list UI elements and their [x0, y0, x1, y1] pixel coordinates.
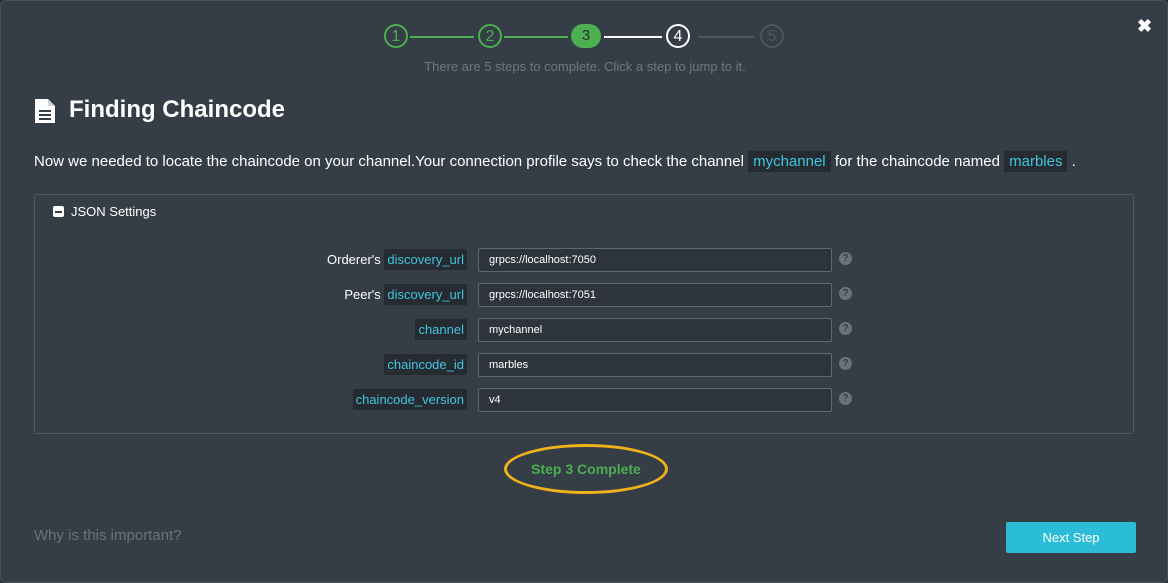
- collapse-icon: [53, 206, 64, 217]
- step-2[interactable]: 2: [478, 24, 502, 48]
- step-connector: [410, 36, 474, 38]
- step-5[interactable]: 5: [760, 24, 784, 48]
- setting-label: Orderer's discovery_url: [327, 249, 467, 270]
- channel-code: mychannel: [748, 151, 831, 172]
- step-complete-status: Step 3 Complete: [504, 444, 668, 494]
- setting-row: channel ?: [35, 318, 1135, 344]
- steps-hint: There are 5 steps to complete. Click a s…: [424, 59, 746, 74]
- page-title: Finding Chaincode: [69, 96, 285, 123]
- step-3[interactable]: 3: [571, 24, 601, 48]
- label-key: chaincode_version: [352, 389, 467, 410]
- label-prefix: Orderer's: [327, 252, 381, 267]
- setting-label: Peer's discovery_url: [344, 284, 467, 305]
- setting-label: channel: [415, 319, 467, 340]
- help-icon[interactable]: ?: [839, 392, 852, 405]
- help-icon[interactable]: ?: [839, 322, 852, 335]
- setting-row: Orderer's discovery_url ?: [35, 248, 1135, 274]
- peer-discovery-url-input[interactable]: [478, 283, 832, 307]
- step-connector: [604, 36, 662, 38]
- document-icon: [35, 99, 55, 123]
- chaincode-code: marbles: [1004, 151, 1068, 172]
- step-4[interactable]: 4: [666, 24, 690, 48]
- setting-label: chaincode_version: [352, 389, 467, 410]
- help-icon[interactable]: ?: [839, 357, 852, 370]
- setting-label: chaincode_id: [384, 354, 467, 375]
- json-settings-toggle[interactable]: JSON Settings: [53, 204, 156, 219]
- step-1[interactable]: 1: [384, 24, 408, 48]
- step-connector: [504, 36, 568, 38]
- chaincode-version-input[interactable]: [478, 388, 832, 412]
- setting-row: chaincode_id ?: [35, 353, 1135, 379]
- setup-wizard-modal: ✖ 1 2 3 4 5 There are 5 steps to complet…: [0, 0, 1168, 583]
- orderer-discovery-url-input[interactable]: [478, 248, 832, 272]
- help-icon[interactable]: ?: [839, 287, 852, 300]
- label-key: discovery_url: [384, 249, 467, 270]
- help-icon[interactable]: ?: [839, 252, 852, 265]
- intro-part2: for the chaincode named: [834, 153, 1000, 170]
- label-key: chaincode_id: [384, 354, 467, 375]
- label-key: discovery_url: [384, 284, 467, 305]
- intro-part3: .: [1071, 153, 1076, 170]
- chaincode-id-input[interactable]: [478, 353, 832, 377]
- setting-row: Peer's discovery_url ?: [35, 283, 1135, 309]
- intro-text: Now we needed to locate the chaincode on…: [34, 151, 1076, 173]
- channel-input[interactable]: [478, 318, 832, 342]
- step-connector: [698, 36, 754, 38]
- label-key: channel: [415, 319, 467, 340]
- next-step-button[interactable]: Next Step: [1006, 522, 1136, 553]
- stepper: 1 2 3 4 5 There are 5 steps to complete.…: [1, 1, 1168, 74]
- why-important-link[interactable]: Why is this important?: [34, 527, 182, 544]
- intro-part1: Now we needed to locate the chaincode on…: [34, 153, 744, 170]
- json-settings-heading: JSON Settings: [71, 204, 157, 219]
- label-prefix: Peer's: [344, 287, 381, 302]
- setting-row: chaincode_version ?: [35, 388, 1135, 414]
- json-settings-panel: JSON Settings Orderer's discovery_url ? …: [34, 194, 1134, 434]
